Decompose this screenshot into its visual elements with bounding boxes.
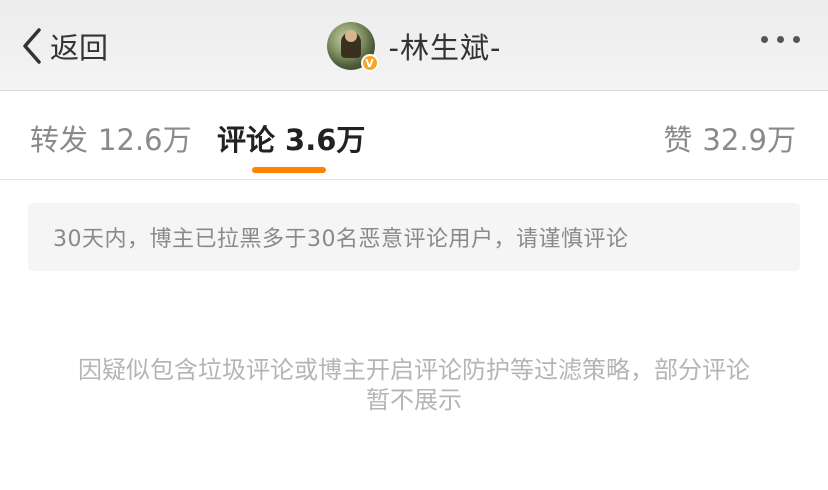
tab-label: 赞 xyxy=(663,123,693,157)
verified-badge-icon: V xyxy=(360,54,379,72)
tab-label: 转发 xyxy=(30,123,89,157)
notice-text: 30天内，博主已拉黑多于30名恶意评论用户，请谨慎评论 xyxy=(53,227,629,252)
avatar[interactable]: V xyxy=(326,22,379,72)
tab-likes[interactable]: 赞 32.9万 xyxy=(663,117,796,159)
dot xyxy=(793,36,800,43)
page-title[interactable]: -林生斌- xyxy=(389,25,502,67)
policy-line-1: 因疑似包含垃圾评论或博主开启评论防护等过滤策略，部分评论 xyxy=(78,356,750,384)
dot xyxy=(777,36,784,43)
more-dots-icon[interactable] xyxy=(761,36,800,43)
comment-notice: 30天内，博主已拉黑多于30名恶意评论用户，请谨慎评论 xyxy=(28,203,800,271)
tab-count: 3.6万 xyxy=(285,123,366,157)
tab-reposts[interactable]: 转发 12.6万 xyxy=(30,117,192,159)
dot xyxy=(761,36,768,43)
tab-comments[interactable]: 评论 3.6万 xyxy=(217,117,365,159)
tab-bar: 转发 12.6万 评论 3.6万 赞 32.9万 xyxy=(0,91,828,180)
top-navigation-bar: 返回 V -林生斌- xyxy=(0,0,828,91)
profile-title: V -林生斌- xyxy=(0,20,828,72)
active-tab-indicator xyxy=(252,167,326,173)
tab-count: 32.9万 xyxy=(702,123,796,157)
tab-count: 12.6万 xyxy=(98,123,192,157)
tab-label: 评论 xyxy=(217,123,276,157)
filtered-comments-message: 因疑似包含垃圾评论或博主开启评论防护等过滤策略，部分评论 暂不展示 xyxy=(30,355,798,415)
avatar-face xyxy=(344,30,357,42)
policy-line-2: 暂不展示 xyxy=(366,386,462,414)
